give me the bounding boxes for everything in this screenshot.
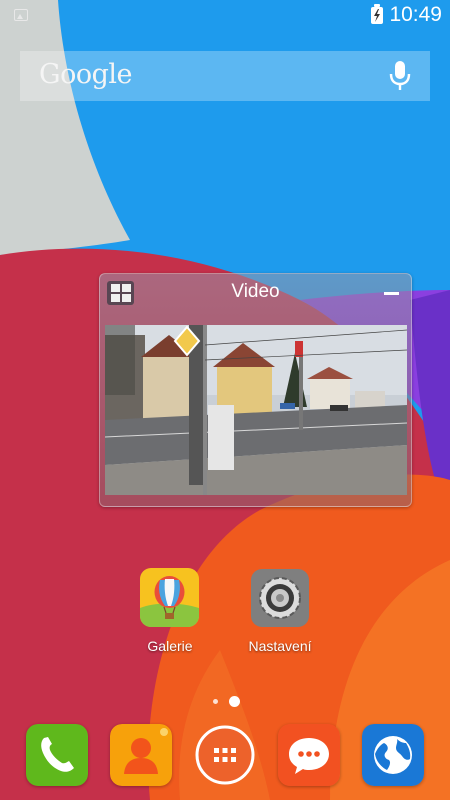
google-logo: Google: [39, 59, 132, 90]
hot-air-balloon-icon[interactable]: [140, 568, 199, 627]
battery-charging-icon: [371, 4, 383, 24]
microphone-icon[interactable]: [388, 59, 412, 93]
contacts-icon[interactable]: [110, 724, 172, 786]
minimize-icon[interactable]: [384, 292, 399, 295]
google-search-bar[interactable]: Google: [20, 51, 430, 101]
app-drawer-icon[interactable]: [194, 724, 256, 786]
page-indicator-dot-1[interactable]: [213, 699, 218, 704]
browser-icon[interactable]: [362, 724, 424, 786]
phone-icon[interactable]: [26, 724, 88, 786]
messages-icon[interactable]: [278, 724, 340, 786]
video-widget[interactable]: Video: [99, 273, 412, 507]
settings-icon[interactable]: [251, 569, 309, 627]
app-label-nastaveni[interactable]: Nastavení: [230, 638, 330, 654]
widget-title: Video: [231, 281, 280, 302]
status-bar: 10:49: [0, 0, 450, 32]
page-indicator-dot-2[interactable]: [229, 696, 240, 707]
video-preview[interactable]: [105, 325, 407, 495]
image-notification-icon[interactable]: [14, 9, 28, 21]
clock: 10:49: [389, 3, 442, 26]
app-label-galerie[interactable]: Galerie: [120, 638, 220, 654]
